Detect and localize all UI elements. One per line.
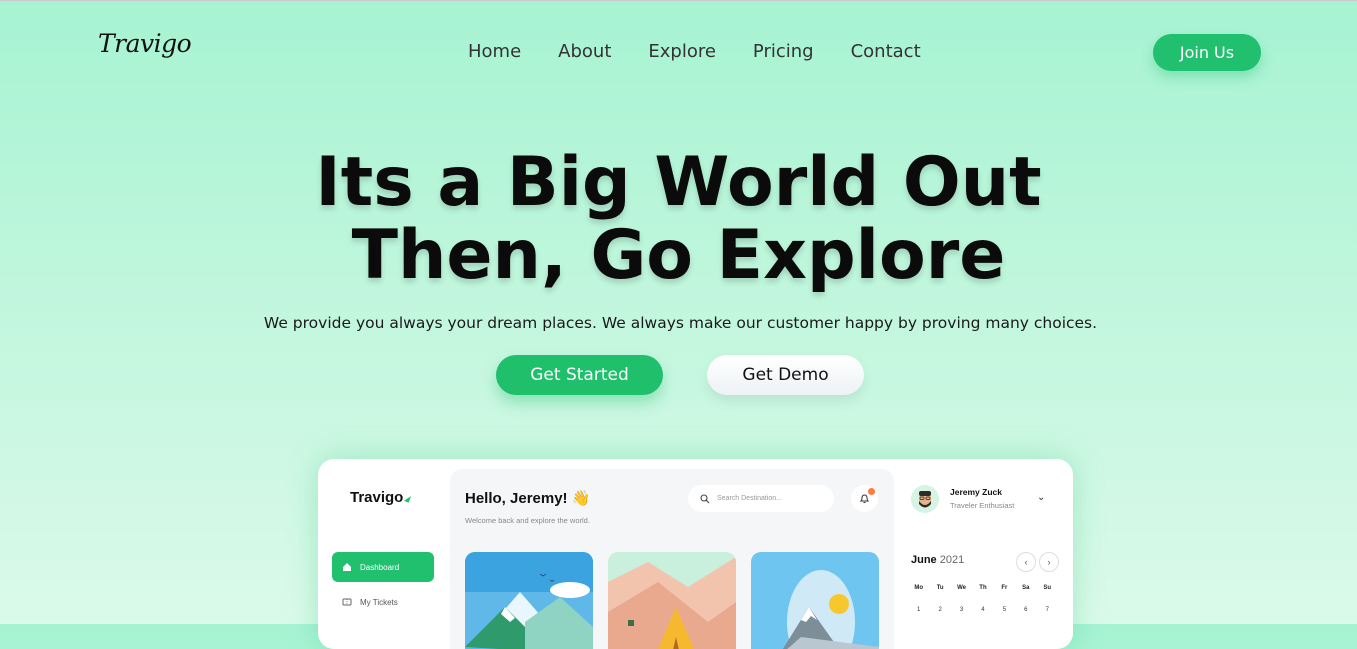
weekday: Su [1043,585,1052,591]
calendar-next-button[interactable]: › [1039,552,1059,572]
weekday: Tu [936,585,944,591]
calendar-month: June [911,554,937,566]
get-demo-button[interactable]: Get Demo [707,355,864,395]
greeting-title: Hello, Jeremy! 👋 [465,490,591,507]
search-icon [700,493,710,503]
user-role: Traveler Enthusiast [950,501,1015,510]
calendar-day[interactable]: 3 [951,607,972,613]
avatar[interactable] [911,485,939,513]
calendar-day[interactable]: 2 [929,607,950,613]
weekday: Th [979,585,987,591]
chevron-right-icon: › [1047,557,1051,567]
chevron-left-icon: ‹ [1024,557,1028,567]
sidebar-item-label: My Tickets [360,597,398,607]
brand-logo[interactable]: Travigo [98,29,192,58]
sidebar-item-label: Dashboard [360,562,400,572]
calendar-day[interactable]: 7 [1037,607,1058,613]
hero-subtitle: We provide you always your dream places.… [263,314,1098,332]
get-started-button[interactable]: Get Started [496,355,663,395]
calendar-weekdays: Mo Tu We Th Fr Sa Su [908,585,1058,591]
hero-title-line-2: Then, Go Explore [351,216,1006,295]
calendar-day[interactable]: 1 [908,607,929,613]
ticket-icon [342,598,352,606]
weekday: We [957,585,966,591]
dashboard-main-panel: Hello, Jeremy! 👋 Welcome back and explor… [450,469,894,649]
join-us-button[interactable]: Join Us [1153,34,1261,71]
bell-icon [859,494,870,503]
nav-about[interactable]: About [550,41,611,62]
calendar-day[interactable]: 4 [972,607,993,613]
nav-contact[interactable]: Contact [843,41,921,62]
chevron-down-icon[interactable]: ⌄ [1037,492,1045,503]
dashboard-logo: Travigo [350,489,412,506]
main-nav: Home About Explore Pricing Contact [460,41,921,62]
destination-card-snow-peak[interactable] [751,552,879,649]
mountain-lake-image [465,552,593,649]
hero-title-line-1: Its a Big World Out [315,143,1042,222]
nav-home[interactable]: Home [460,41,521,62]
destination-card-mountain[interactable] [465,552,593,649]
user-name: Jeremy Zuck [950,487,1002,497]
home-icon [343,563,351,571]
notification-button[interactable] [851,485,878,512]
nav-pricing[interactable]: Pricing [745,41,814,62]
nav-explore[interactable]: Explore [640,41,716,62]
snow-peak-image [751,552,879,649]
hero-title: Its a Big World Out Then, Go Explore [0,146,1357,292]
sidebar-item-my-tickets[interactable]: My Tickets [332,589,434,615]
calendar-week-row: 1 2 3 4 5 6 7 [908,607,1058,613]
weekday: Fr [1001,585,1008,591]
calendar-prev-button[interactable]: ‹ [1016,552,1036,572]
greeting-subtitle: Welcome back and explore the world. [465,516,590,525]
calendar-year: 2021 [939,554,965,566]
user-avatar-icon [911,485,939,513]
calendar-day[interactable]: 6 [1015,607,1036,613]
weekday: Sa [1022,585,1030,591]
leaf-icon [404,494,412,503]
calendar-day[interactable]: 5 [994,607,1015,613]
calendar-title: June 2021 [911,554,964,566]
search-destination-input[interactable]: Search Destination... [688,485,834,512]
tent-camping-image [608,552,736,649]
search-placeholder: Search Destination... [717,495,782,502]
notification-dot [868,488,875,495]
dashboard-logo-text: Travigo [350,489,404,506]
weekday: Mo [914,585,924,591]
destination-card-camping[interactable] [608,552,736,649]
sidebar-item-dashboard[interactable]: Dashboard [332,552,434,582]
dashboard-preview: Travigo Dashboard My Tickets Hello, Jere… [318,459,1073,649]
